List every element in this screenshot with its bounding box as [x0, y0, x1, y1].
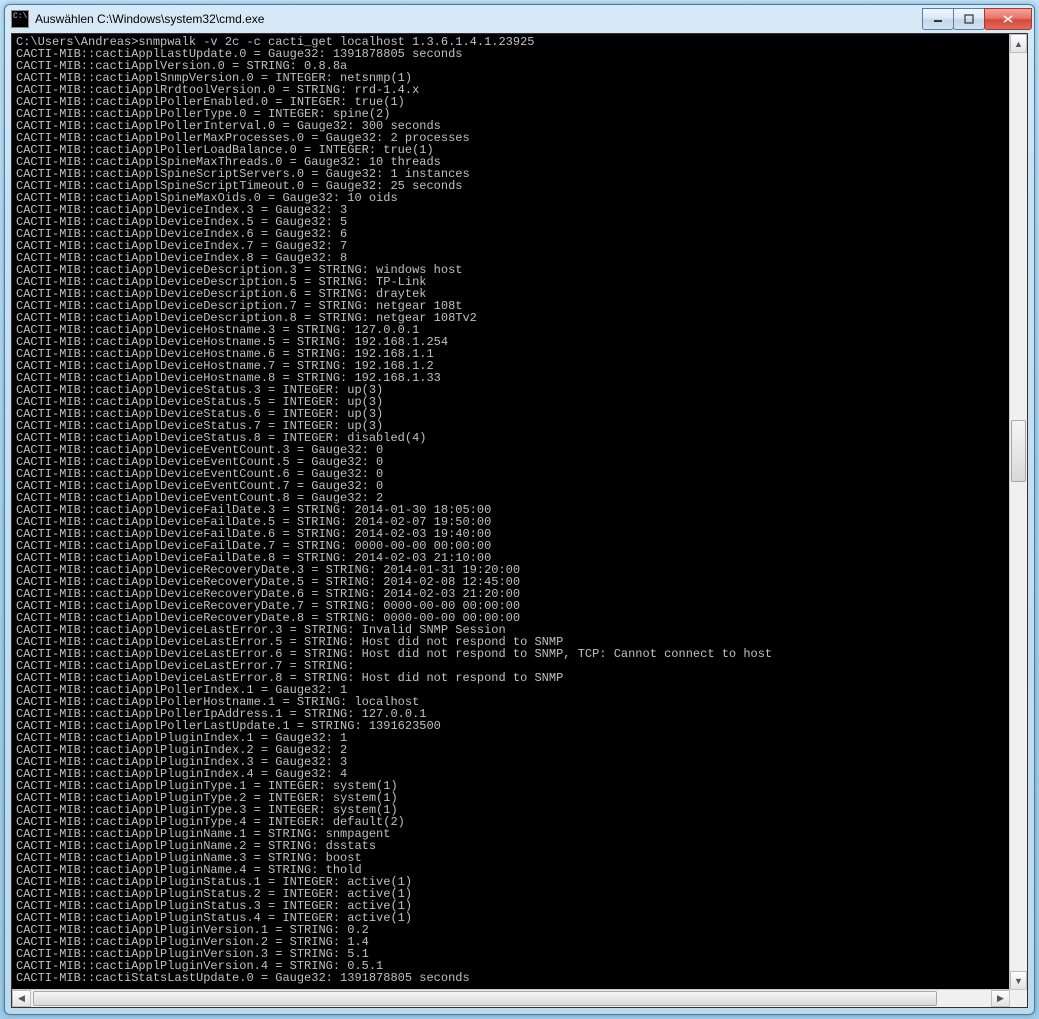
minimize-button[interactable]	[922, 8, 954, 30]
vertical-scrollbar[interactable]: ▲ ▼	[1009, 34, 1027, 990]
horizontal-scroll-track[interactable]	[31, 990, 991, 1007]
console-viewport: C:\Users\Andreas>snmpwalk -v 2c -c cacti…	[12, 34, 1027, 1007]
horizontal-scrollbar[interactable]: ◀ ▶	[12, 989, 1010, 1007]
titlebar[interactable]: Auswählen C:\Windows\system32\cmd.exe	[5, 5, 1034, 33]
window-controls	[923, 8, 1032, 30]
maximize-button[interactable]	[953, 8, 985, 30]
minimize-icon	[933, 14, 943, 24]
window-title: Auswählen C:\Windows\system32\cmd.exe	[35, 12, 923, 26]
window-frame: Auswählen C:\Windows\system32\cmd.exe C:…	[4, 4, 1035, 1015]
scroll-up-button[interactable]: ▲	[1010, 34, 1027, 53]
scroll-corner	[1009, 989, 1027, 1007]
console-output[interactable]: C:\Users\Andreas>snmpwalk -v 2c -c cacti…	[12, 34, 1027, 1007]
close-icon	[1002, 14, 1014, 24]
client-area: C:\Users\Andreas>snmpwalk -v 2c -c cacti…	[11, 33, 1028, 1008]
horizontal-scroll-thumb[interactable]	[33, 991, 937, 1006]
scroll-right-button[interactable]: ▶	[991, 990, 1010, 1007]
vertical-scroll-thumb[interactable]	[1011, 420, 1026, 482]
vertical-scroll-track[interactable]	[1010, 53, 1027, 971]
scroll-left-button[interactable]: ◀	[12, 990, 31, 1007]
scroll-down-button[interactable]: ▼	[1010, 971, 1027, 990]
app-icon	[11, 10, 29, 28]
maximize-icon	[964, 14, 974, 24]
close-button[interactable]	[984, 8, 1032, 30]
